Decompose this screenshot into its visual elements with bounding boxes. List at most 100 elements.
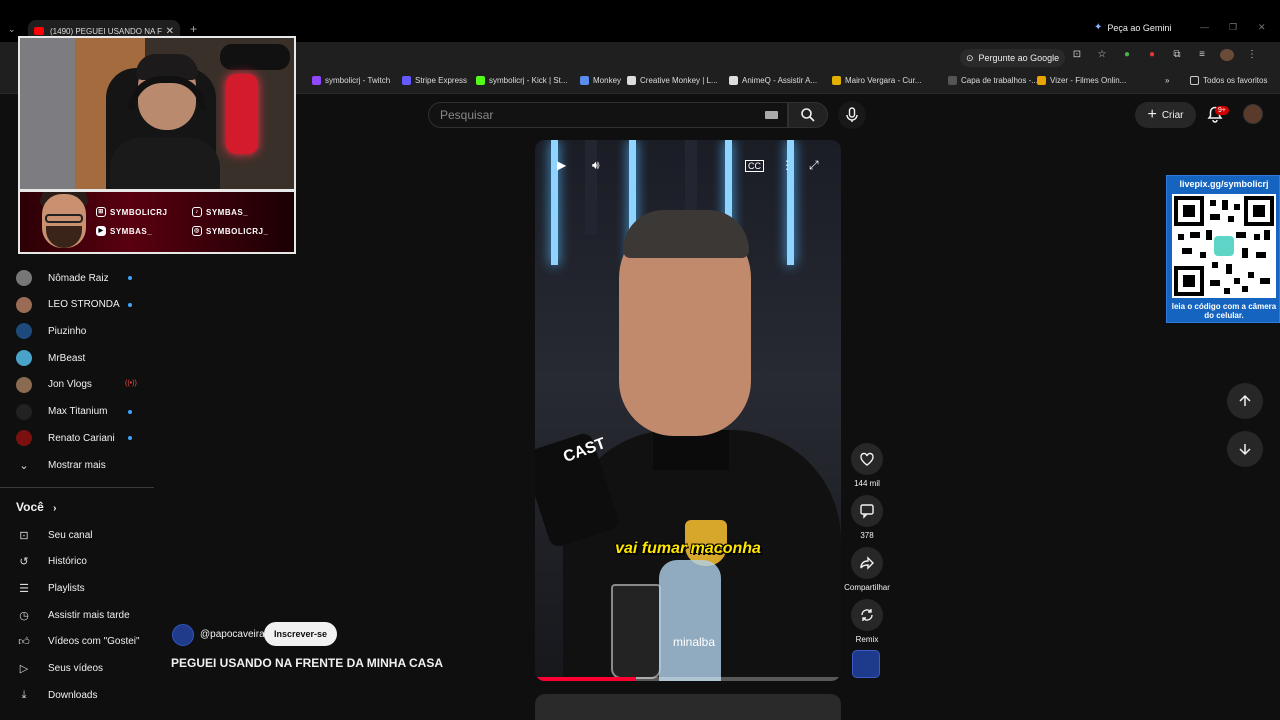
bookmark-star-icon[interactable]: ☆ bbox=[1095, 49, 1109, 64]
subscribe-button[interactable]: Inscrever-se bbox=[264, 622, 337, 646]
bookmark-item[interactable]: Capa de trabalhos -... bbox=[948, 76, 1038, 85]
subscription-item[interactable]: Max Titanium bbox=[16, 402, 107, 422]
profile-icon[interactable] bbox=[1220, 49, 1234, 64]
sound-source-thumbnail[interactable] bbox=[852, 650, 880, 678]
new-content-dot bbox=[128, 409, 132, 414]
chevron-right-icon: › bbox=[53, 503, 57, 514]
bookmark-favicon-icon bbox=[948, 76, 957, 85]
new-content-dot bbox=[128, 436, 132, 441]
subscription-item[interactable]: Jon Vlogs bbox=[16, 375, 92, 395]
subscription-label: LEO STRONDA bbox=[48, 299, 120, 311]
subscription-item[interactable]: LEO STRONDA bbox=[16, 295, 120, 315]
bookmark-item[interactable]: Creative Monkey | L... bbox=[627, 76, 718, 85]
chevron-down-icon: ⌄ bbox=[19, 459, 29, 472]
more-options-icon[interactable]: ⋮ bbox=[781, 158, 793, 172]
comment-count: 378 bbox=[860, 531, 874, 540]
like-button[interactable] bbox=[851, 443, 883, 475]
maximize-icon[interactable]: ❐ bbox=[1229, 22, 1237, 33]
bookmark-item[interactable]: Mairo Vergara - Cur... bbox=[832, 76, 921, 85]
channel-avatar[interactable] bbox=[172, 624, 194, 646]
bookmark-item[interactable]: Stripe Express bbox=[402, 76, 467, 85]
video-progress-bar[interactable] bbox=[535, 677, 841, 681]
next-short-button[interactable] bbox=[1227, 431, 1263, 467]
remix-icon bbox=[861, 609, 873, 621]
plus-icon: + bbox=[1147, 106, 1157, 123]
media-controls-icon[interactable]: ≡ bbox=[1195, 49, 1209, 64]
you-menu-item[interactable]: ⤓ Downloads bbox=[16, 685, 98, 705]
search-input[interactable]: Pesquisar bbox=[428, 102, 788, 128]
share-button[interactable] bbox=[851, 547, 883, 579]
minimize-icon[interactable]: — bbox=[1200, 22, 1209, 32]
instagram-icon: ◎ bbox=[192, 226, 202, 236]
channel-avatar-small bbox=[16, 403, 32, 420]
you-menu-item[interactable]: ☰ Playlists bbox=[16, 578, 85, 598]
comments-button[interactable] bbox=[851, 495, 883, 527]
social-handles-overlay: ⊞ SYMBOLICRJ ♪ SYMBAS_ ▶ SYMBAS_ ◎ SYMBOLICR… bbox=[18, 190, 296, 254]
your-videos-icon: ▷ bbox=[19, 663, 29, 675]
remix-button[interactable] bbox=[851, 599, 883, 631]
you-menu-label: Histórico bbox=[48, 556, 87, 568]
handle-instagram: ◎ SYMBOLICRJ_ bbox=[192, 226, 268, 236]
bookmark-item[interactable]: AnimeQ - Assistir A... bbox=[729, 76, 817, 85]
subscription-item[interactable]: Nômade Raiz bbox=[16, 268, 109, 288]
you-menu-item[interactable]: ↺ Histórico bbox=[16, 552, 87, 572]
you-section-heading[interactable]: Você › bbox=[16, 500, 56, 514]
closed-captions-icon[interactable]: CC bbox=[745, 160, 764, 172]
bookmark-favicon-icon bbox=[1037, 76, 1046, 85]
short-video-player[interactable]: CAST minalba vai fumar maconha ▶ 🔊︎ CC ⋮… bbox=[535, 140, 841, 681]
ask-google-chip[interactable]: ⊙ Pergunte ao Google bbox=[960, 49, 1066, 67]
you-menu-label: Downloads bbox=[48, 689, 98, 701]
live-icon: ((•)) bbox=[125, 379, 137, 387]
channel-handle[interactable]: @papocaveira bbox=[200, 629, 265, 640]
subscription-item[interactable]: Renato Cariani bbox=[16, 428, 115, 448]
play-icon[interactable]: ▶ bbox=[557, 158, 566, 172]
bookmark-item[interactable]: symbolicrj - Kick | St... bbox=[476, 76, 568, 85]
bookmark-item[interactable]: symbolicrj - Twitch bbox=[312, 76, 390, 85]
show-more-button[interactable]: ⌄ Mostrar mais bbox=[16, 455, 105, 475]
all-favorites-folder[interactable]: Todos os favoritos bbox=[1190, 76, 1267, 85]
extension-green-icon[interactable]: ● bbox=[1120, 49, 1134, 64]
create-label: Criar bbox=[1161, 109, 1184, 121]
bookmark-item[interactable]: Vizer - Filmes Onlin... bbox=[1037, 76, 1126, 85]
fullscreen-icon[interactable]: ⤢ bbox=[809, 158, 819, 173]
account-avatar[interactable] bbox=[1243, 104, 1263, 124]
new-tab-icon[interactable]: + bbox=[190, 22, 197, 36]
extension-red-icon[interactable]: ● bbox=[1145, 49, 1159, 64]
channel-avatar-small bbox=[16, 323, 32, 340]
close-tab-icon[interactable]: ✕ bbox=[166, 26, 174, 37]
voice-search-button[interactable] bbox=[838, 101, 866, 129]
you-menu-item[interactable]: ▷ Seus vídeos bbox=[16, 659, 103, 679]
bookmark-item[interactable]: Monkey bbox=[580, 76, 621, 85]
keyboard-icon[interactable] bbox=[765, 111, 778, 119]
you-menu-item[interactable]: ⊡ Seu canal bbox=[16, 525, 92, 545]
bookmark-favicon-icon bbox=[627, 76, 636, 85]
tiktok-icon: ♪ bbox=[192, 207, 202, 217]
more-bookmarks-icon[interactable]: » bbox=[1165, 76, 1169, 85]
create-button[interactable]: + Criar bbox=[1135, 102, 1196, 128]
subscription-item[interactable]: Piuzinho bbox=[16, 321, 86, 341]
channel-avatar-small bbox=[16, 350, 32, 367]
subscription-item[interactable]: MrBeast bbox=[16, 348, 85, 368]
channel-avatar-small bbox=[16, 296, 32, 313]
notifications-badge: 9+ bbox=[1215, 106, 1229, 115]
previous-short-button[interactable] bbox=[1227, 383, 1263, 419]
browser-menu-icon[interactable]: ⋮ bbox=[1245, 49, 1259, 64]
channel-avatar-small bbox=[16, 270, 32, 286]
next-short-preview[interactable] bbox=[535, 694, 841, 720]
volume-icon[interactable]: 🔊︎ bbox=[592, 158, 600, 173]
you-menu-item[interactable]: 👍︎ Vídeos com "Gostei" bbox=[16, 632, 140, 652]
window-close-icon[interactable]: ✕ bbox=[1258, 22, 1266, 33]
subscription-label: Jon Vlogs bbox=[48, 379, 92, 391]
you-menu-label: Vídeos com "Gostei" bbox=[48, 636, 140, 648]
subscription-label: Renato Cariani bbox=[48, 432, 115, 444]
bookmark-favicon-icon bbox=[312, 76, 321, 85]
tab-title: (1490) PEGUEI USANDO NA FR... bbox=[50, 26, 162, 36]
channel-icon: ⊡ bbox=[19, 529, 29, 542]
you-menu-item[interactable]: ◷ Assistir mais tarde bbox=[16, 605, 130, 625]
install-app-icon[interactable]: ⊡ bbox=[1070, 49, 1084, 64]
bookmark-label: Stripe Express bbox=[415, 76, 468, 85]
extensions-puzzle-icon[interactable]: ⧉ bbox=[1170, 49, 1184, 64]
gemini-button[interactable]: ✦ Peça ao Gemini bbox=[1094, 22, 1171, 33]
tab-list-chevron-icon[interactable]: ⌄ bbox=[8, 24, 16, 35]
search-button[interactable] bbox=[788, 102, 828, 128]
